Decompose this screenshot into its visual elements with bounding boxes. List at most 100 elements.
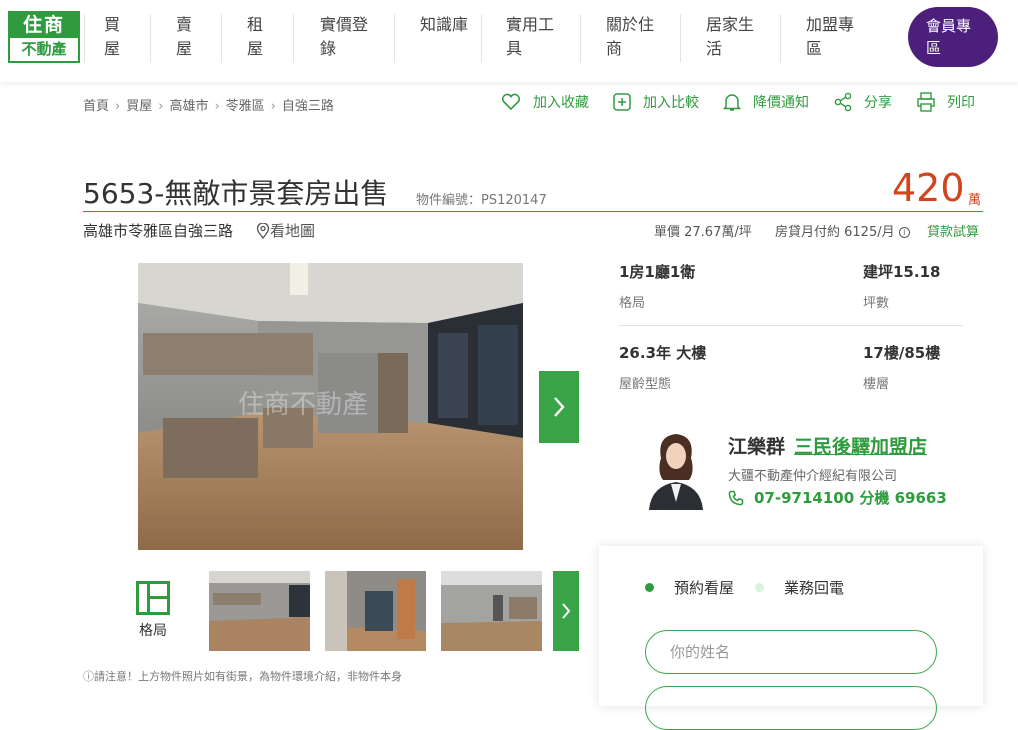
agent-phone[interactable]: 07-9714100 分機 69663: [728, 487, 947, 508]
watermark: 住商不動產: [238, 390, 368, 420]
nav-item-tools[interactable]: 實用工具: [506, 13, 558, 61]
phone-icon: [728, 490, 744, 505]
option-callback-label: 業務回電: [784, 579, 845, 597]
radio-selected-icon: [645, 583, 654, 592]
price-alert-button[interactable]: 降價通知: [723, 90, 809, 114]
floorplan-icon: [136, 581, 170, 615]
spec-age-type: 26.3年 大樓 屋齡型態: [619, 342, 706, 392]
breadcrumb-separator-icon: ›: [158, 99, 164, 114]
nav-item-knowledge[interactable]: 知識庫: [420, 13, 472, 37]
thumbnail-photo[interactable]: [441, 571, 542, 651]
chevron-right-icon: [562, 603, 571, 619]
breadcrumb-buy[interactable]: 買屋: [126, 95, 152, 114]
view-map-label: 看地圖: [270, 222, 316, 240]
breadcrumb-separator-icon: ›: [270, 99, 276, 114]
option-callback[interactable]: 業務回電: [755, 577, 844, 598]
agent-phone-number: 07-9714100 分機 69663: [754, 489, 947, 507]
map-pin-icon: [256, 222, 270, 239]
member-area-label: 會員專區: [926, 17, 972, 57]
nav-divider: [481, 14, 482, 62]
breadcrumb-district[interactable]: 苓雅區: [226, 95, 265, 114]
site-header: 住商 不動產 買屋 賣屋 租屋 實價登錄 知識庫 實用工具 關於住商 居家生活 …: [0, 0, 1018, 82]
compare-button[interactable]: 加入比較: [613, 90, 699, 114]
spec-label: 屋齡型態: [619, 377, 672, 392]
monthly-payment-text: 房貸月付約 6125/月: [775, 225, 895, 240]
floorplan-label: 格局: [139, 623, 167, 639]
printer-icon: [917, 92, 935, 112]
spec-label: 坪數: [863, 296, 890, 311]
spec-layout: 1房1廳1衛 格局: [619, 261, 695, 311]
spec-label: 格局: [619, 296, 646, 311]
agent-store-link[interactable]: 三民後驛加盟店: [794, 432, 927, 459]
thumbnail-photo[interactable]: [325, 571, 426, 651]
heart-icon: [501, 93, 521, 111]
site-logo[interactable]: 住商 不動產: [8, 11, 80, 63]
logo-top-text: 住商: [10, 13, 78, 38]
phone-input[interactable]: [645, 686, 937, 730]
breadcrumb-home[interactable]: 首頁: [83, 95, 109, 114]
name-input[interactable]: 你的姓名: [645, 630, 937, 674]
spec-label: 樓層: [863, 377, 890, 392]
price-alert-label: 降價通知: [753, 95, 809, 111]
favorite-button[interactable]: 加入收藏: [501, 90, 589, 114]
spec-value: 1房1廳1衛: [619, 263, 696, 281]
print-button[interactable]: 列印: [917, 90, 975, 114]
logo-bottom-text: 不動產: [21, 40, 67, 58]
nav-item-price-registry[interactable]: 實價登錄: [320, 13, 372, 61]
spec-floor: 17樓/85樓 樓層: [863, 342, 940, 392]
nav-divider: [394, 14, 395, 62]
compare-label: 加入比較: [643, 95, 699, 111]
share-icon: [834, 92, 852, 112]
nav-divider: [84, 14, 85, 62]
breadcrumb-road[interactable]: 自強三路: [282, 95, 334, 114]
share-label: 分享: [864, 95, 892, 111]
title-divider: [83, 211, 983, 212]
monthly-payment: 房貸月付約 6125/月 i: [775, 221, 910, 240]
plus-square-icon: [613, 93, 631, 111]
breadcrumb: 首頁 › 買屋 › 高雄市 › 苓雅區 › 自強三路: [83, 95, 334, 114]
agent-avatar[interactable]: [643, 428, 709, 510]
chevron-right-icon: [554, 397, 565, 417]
listing-price: 420: [892, 166, 965, 210]
thumbnail-next-button[interactable]: [553, 571, 579, 651]
price-unit: 萬: [968, 193, 982, 208]
object-number: 物件編號：PS120147: [416, 193, 547, 208]
main-listing-photo[interactable]: 住商不動產: [138, 263, 523, 550]
nav-item-buy[interactable]: 買屋: [104, 13, 124, 61]
breadcrumb-separator-icon: ›: [214, 99, 220, 114]
nav-item-sell[interactable]: 賣屋: [176, 13, 196, 61]
agent-company: 大疆不動產仲介經紀有限公司: [728, 469, 898, 484]
radio-unselected-icon: [755, 583, 764, 592]
breadcrumb-separator-icon: ›: [115, 99, 121, 114]
nav-divider: [580, 14, 581, 62]
nav-item-rent[interactable]: 租屋: [247, 13, 267, 61]
agent-name: 江樂群: [728, 436, 786, 458]
nav-item-living[interactable]: 居家生活: [706, 13, 758, 61]
nav-divider: [780, 14, 781, 62]
listing-title: 5653-無敵市景套房出售: [83, 177, 389, 210]
contact-form-card: [599, 546, 983, 706]
spec-value: 建坪15.18: [863, 263, 941, 281]
nav-divider: [680, 14, 681, 62]
nav-item-about[interactable]: 關於住商: [606, 13, 658, 61]
photo-next-button[interactable]: [539, 371, 579, 443]
thumbnail-photo[interactable]: [209, 571, 310, 651]
nav-divider: [293, 14, 294, 62]
spec-divider: [619, 325, 963, 326]
floorplan-button[interactable]: 格局: [133, 580, 173, 640]
option-book-viewing-label: 預約看屋: [674, 579, 735, 597]
option-book-viewing[interactable]: 預約看屋: [645, 577, 734, 598]
listing-address: 高雄市苓雅區自強三路: [83, 222, 234, 240]
unit-price: 單價 27.67萬/坪: [654, 225, 752, 240]
loan-calculator-link[interactable]: 貸款試算: [927, 221, 979, 240]
bell-icon: [723, 94, 741, 111]
member-area-button[interactable]: 會員專區: [908, 7, 998, 67]
spec-value: 17樓/85樓: [863, 344, 941, 362]
print-label: 列印: [947, 95, 975, 111]
breadcrumb-city[interactable]: 高雄市: [169, 95, 208, 114]
nav-item-franchise[interactable]: 加盟專區: [806, 13, 858, 61]
info-icon[interactable]: i: [898, 227, 910, 238]
spec-value: 26.3年 大樓: [619, 344, 707, 362]
share-button[interactable]: 分享: [834, 90, 892, 114]
view-map-link[interactable]: 看地圖: [256, 220, 315, 241]
